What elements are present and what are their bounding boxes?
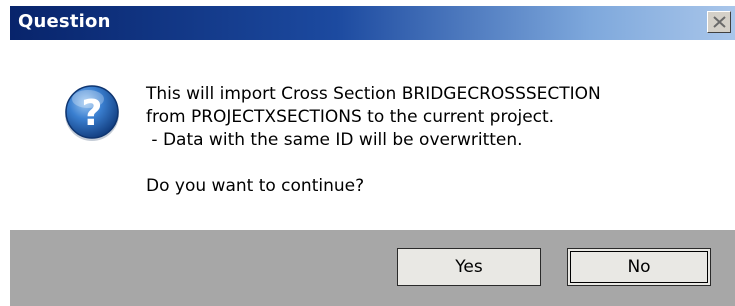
window-title: Question [18,11,111,32]
background-sliver [0,0,10,306]
close-icon [713,16,726,28]
message-line-3: - Data with the same ID will be overwrit… [146,130,523,150]
dialog-body: ? This will import Cross Section BRIDGEC… [10,40,735,230]
question-dialog: Question ? This will import Cross Sectio… [0,0,735,306]
prompt-text: Do you want to continue? [146,176,365,196]
question-glyph: ? [82,93,103,134]
no-button-label: No [627,257,651,277]
question-icon: ? [65,85,119,141]
button-bar: Yes No [10,230,735,306]
message-line-1: This will import Cross Section BRIDGECRO… [146,84,601,104]
message-line-2: from PROJECTXSECTIONS to the current pro… [146,107,555,127]
message-text: This will import Cross Section BRIDGECRO… [146,83,601,152]
close-button[interactable] [707,11,731,33]
title-bar[interactable]: Question [10,6,735,40]
yes-button[interactable]: Yes [397,248,541,286]
no-button[interactable]: No [567,248,711,286]
